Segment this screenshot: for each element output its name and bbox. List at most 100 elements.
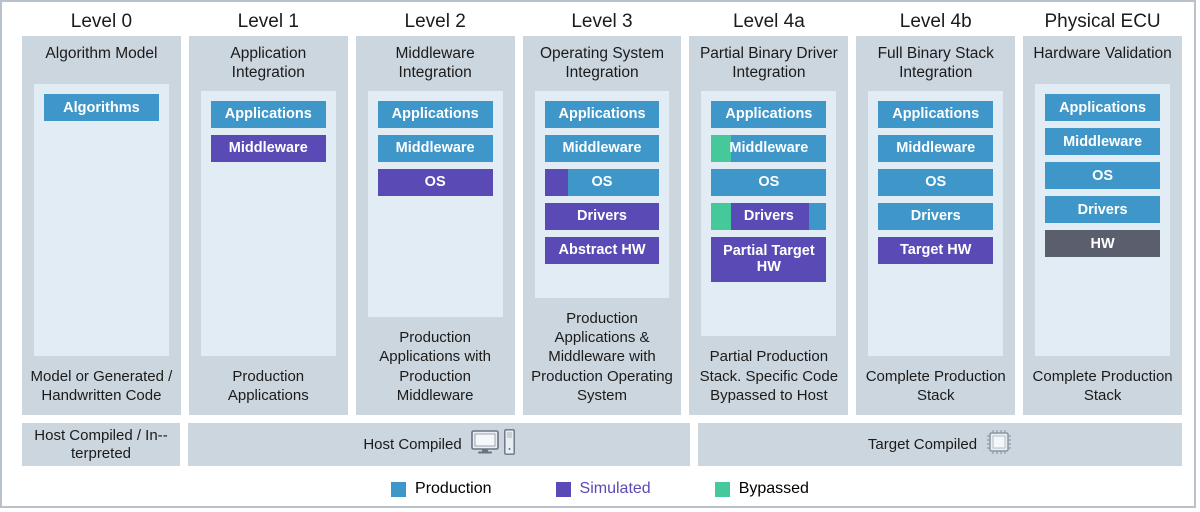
column-title: Hardware Validation bbox=[1033, 45, 1172, 62]
column-title: Algorithm Model bbox=[45, 45, 158, 62]
stack-bar-segment-production bbox=[809, 202, 827, 230]
level-header-5: Level 4b bbox=[899, 11, 972, 32]
stack-bar[interactable]: OS bbox=[544, 168, 660, 196]
column-description: Complete Production Stack bbox=[865, 367, 1006, 404]
legend-label: Bypassed bbox=[738, 480, 809, 497]
level-column-4: Partial Binary Driver Integration Applica… bbox=[689, 36, 849, 415]
stack-bar-label: Middleware bbox=[1063, 133, 1143, 150]
stack-bar[interactable]: Drivers bbox=[711, 202, 827, 230]
stack-bar[interactable]: OS bbox=[377, 168, 493, 196]
level-columns-row: Algorithm Model Algorithms Model or Genera… bbox=[22, 36, 1183, 415]
stack-bar-segment-simulated bbox=[544, 168, 568, 196]
host-icons bbox=[470, 429, 515, 460]
stack-bar[interactable]: Abstract HW bbox=[544, 236, 660, 264]
stack-bar-label: Middleware bbox=[896, 140, 976, 157]
stack-layers: Applications Middleware OS Drivers Target HW bbox=[868, 90, 1004, 356]
column-description: Production Applications bbox=[227, 367, 309, 404]
stack-bar[interactable]: Algorithms bbox=[44, 94, 159, 121]
stack-bar[interactable]: Applications bbox=[544, 100, 660, 128]
stack-layers: Applications Middleware OS Drivers HW bbox=[1035, 84, 1171, 356]
stack-bar[interactable]: Drivers bbox=[878, 202, 994, 230]
legend-swatch-bypassed bbox=[714, 481, 730, 497]
column-title: Full Binary Stack Integration bbox=[877, 45, 994, 81]
microchip-icon bbox=[986, 429, 1012, 460]
stack-bar-label: OS bbox=[591, 174, 613, 191]
column-title: Application Integration bbox=[230, 45, 307, 81]
column-description: Production Applications with Production … bbox=[379, 329, 492, 404]
stack-bar[interactable]: Applications bbox=[377, 100, 493, 128]
stack-bar-label: Middleware bbox=[729, 140, 809, 157]
level-header-4: Level 4a bbox=[732, 11, 805, 32]
compile-box-host: Host Compiled bbox=[188, 423, 690, 466]
monitor-icon bbox=[470, 430, 499, 459]
stack-bar[interactable]: Target HW bbox=[878, 236, 994, 264]
diagram-frame: Level 0 Level 1 Level 2 Level 3 Level 4a Leve… bbox=[0, 0, 1196, 508]
column-description: Partial Production Stack. Specific Code … bbox=[699, 348, 839, 404]
stack-bar-label: Applications bbox=[892, 106, 980, 123]
legend-item-production: Production bbox=[391, 480, 492, 498]
stack-bar-segment-bypassed bbox=[711, 202, 731, 230]
level-column-1: Application Integration Applications Middl… bbox=[188, 36, 348, 415]
desktop-tower-icon bbox=[503, 429, 515, 460]
compile-box-target-label: Target Compiled bbox=[867, 435, 978, 453]
stack-bar[interactable]: Applications bbox=[878, 100, 994, 128]
stack-bar[interactable]: Partial Target HW bbox=[711, 236, 827, 282]
stack-bar[interactable]: Middleware bbox=[878, 134, 994, 162]
stack-bar-label: OS bbox=[925, 174, 947, 191]
stack-layers: Applications Middleware OS Drivers Partial T… bbox=[701, 90, 837, 337]
compile-box-level0: Host Compiled / In-­terpreted bbox=[22, 423, 180, 466]
stack-bar[interactable]: Applications bbox=[1045, 94, 1161, 121]
stack-bar-label: Drivers bbox=[910, 208, 961, 225]
stack-bar-label: Algorithms bbox=[63, 99, 140, 116]
compilation-target-row: Host Compiled / In-­terpreted Host Compi… bbox=[22, 423, 1182, 466]
stack-bar[interactable]: Middleware bbox=[210, 134, 326, 162]
level-column-5: Full Binary Stack Integration Application… bbox=[856, 36, 1016, 415]
stack-bar[interactable]: Applications bbox=[210, 100, 326, 128]
stack-bar-label: Partial Target HW bbox=[723, 242, 815, 276]
stack-bar-label: OS bbox=[424, 174, 446, 191]
stack-bar[interactable]: OS bbox=[711, 168, 827, 196]
column-title: Operating System Integration bbox=[539, 45, 665, 81]
legend-swatch-production bbox=[391, 481, 407, 497]
stack-bar-label: Drivers bbox=[743, 208, 794, 225]
stack-bar-label: HW bbox=[1090, 235, 1115, 252]
level-column-2: Middleware Integration Applications Middle… bbox=[355, 36, 515, 415]
stack-bar-label: Applications bbox=[1059, 99, 1147, 116]
stack-layers: Algorithms bbox=[34, 84, 169, 356]
level-column-6: Hardware Validation Applications Middlewar… bbox=[1023, 36, 1183, 415]
stack-bar[interactable]: Drivers bbox=[544, 202, 660, 230]
stack-bar[interactable]: Middleware bbox=[1045, 128, 1161, 155]
stack-bar-label: Abstract HW bbox=[558, 242, 646, 259]
stack-bar-label: Middleware bbox=[562, 140, 642, 157]
stack-bar-label: Middleware bbox=[395, 140, 475, 157]
compile-box-host-label: Host Compiled bbox=[363, 435, 462, 453]
stack-bar-label: Applications bbox=[391, 106, 479, 123]
level-header-0: Level 0 bbox=[70, 11, 133, 32]
stack-bar[interactable]: OS bbox=[878, 168, 994, 196]
stack-bar[interactable]: Middleware bbox=[377, 134, 493, 162]
stack-bar-label: Drivers bbox=[577, 208, 627, 225]
compile-box-level0-label: Host Compiled / In-­terpreted bbox=[34, 426, 168, 462]
stack-bar[interactable]: OS bbox=[1045, 162, 1161, 189]
level-column-3: Operating System Integration Applications… bbox=[522, 36, 682, 415]
stack-bar[interactable]: Middleware bbox=[544, 134, 660, 162]
stack-bar[interactable]: HW bbox=[1045, 230, 1161, 257]
column-description: Production Applications & Middleware wit… bbox=[531, 310, 673, 404]
column-description: Complete Production Stack bbox=[1032, 367, 1173, 404]
level-column-0: Algorithm Model Algorithms Model or Genera… bbox=[22, 36, 181, 415]
column-description: Model or Generated / Handwritten Code bbox=[30, 367, 173, 404]
column-title: Middleware Integration bbox=[395, 45, 475, 81]
stack-bar[interactable]: Drivers bbox=[1045, 196, 1161, 223]
legend: Production Simulated Bypassed bbox=[2, 472, 1198, 506]
level-header-2: Level 2 bbox=[404, 11, 466, 32]
stack-bar[interactable]: Applications bbox=[711, 100, 827, 128]
stack-layers: Applications Middleware OS bbox=[367, 90, 503, 318]
level-header-1: Level 1 bbox=[237, 11, 299, 32]
legend-swatch-simulated bbox=[555, 481, 571, 497]
level-header-row: Level 0 Level 1 Level 2 Level 3 Level 4a Leve… bbox=[22, 8, 1182, 36]
legend-label: Simulated bbox=[579, 480, 651, 497]
compile-box-target: Target Compiled bbox=[698, 423, 1182, 466]
stack-bar-label: Drivers bbox=[1077, 201, 1128, 218]
stack-bar[interactable]: Middleware bbox=[711, 134, 827, 162]
stack-bar-label: Middleware bbox=[228, 140, 308, 157]
